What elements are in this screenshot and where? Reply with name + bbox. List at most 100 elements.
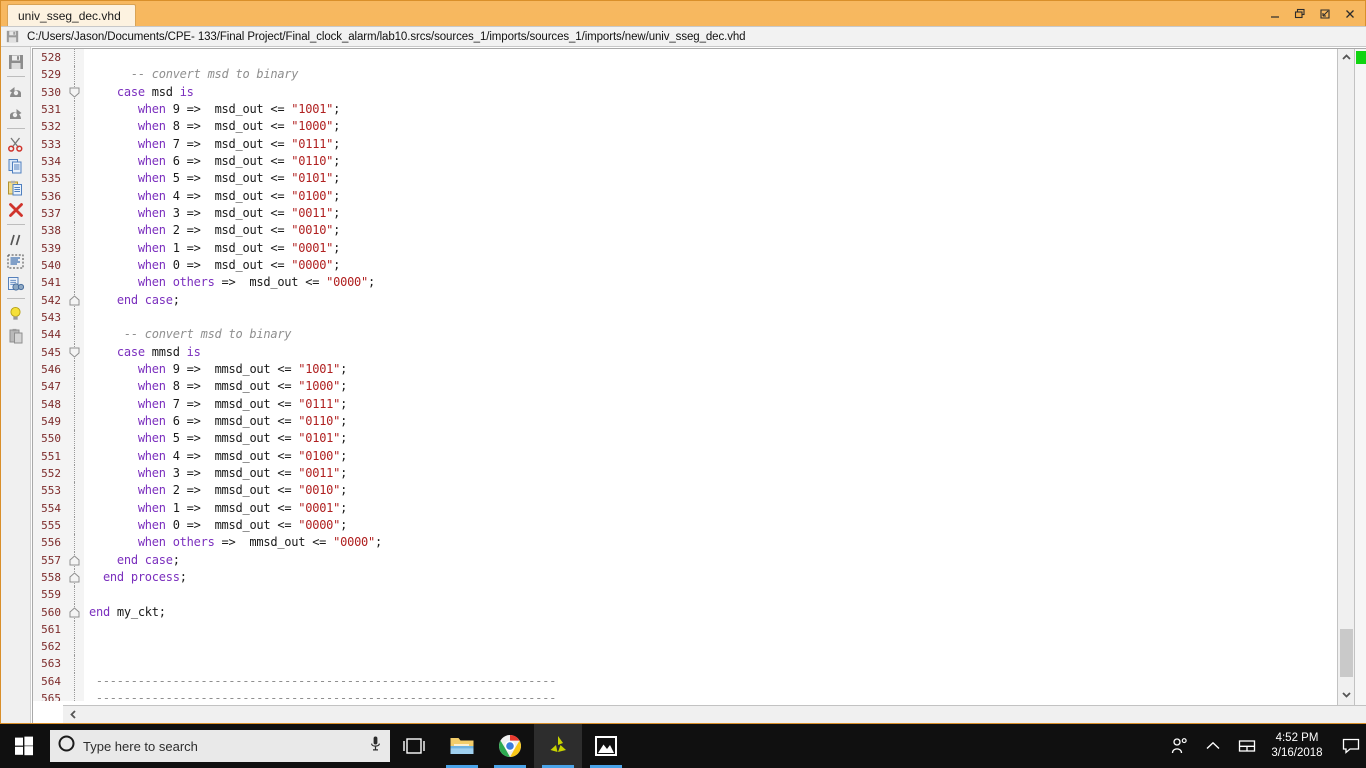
code-line-text[interactable]: when 7 => mmsd_out <= "0111"; (84, 396, 348, 413)
code-line[interactable]: 549 when 6 => mmsd_out <= "0110"; (33, 412, 1335, 431)
code-line[interactable]: 547 when 8 => mmsd_out <= "1000"; (33, 378, 1335, 396)
code-line-text[interactable]: when 5 => mmsd_out <= "0101"; (84, 430, 348, 447)
code-line-text[interactable]: when 0 => mmsd_out <= "0000"; (84, 517, 348, 534)
document-tab[interactable]: univ_sseg_dec.vhd (7, 4, 136, 27)
code-line[interactable]: 543 (33, 308, 1335, 327)
code-line-text[interactable]: end case; (84, 292, 180, 309)
code-line[interactable]: 531 when 9 => msd_out <= "1001"; (33, 100, 1335, 119)
copy-button[interactable] (5, 155, 27, 176)
start-button[interactable] (0, 724, 48, 768)
show-hidden-icons-button[interactable] (1196, 724, 1230, 768)
fold-column[interactable] (66, 83, 83, 101)
code-health-strip[interactable] (1354, 49, 1366, 723)
code-line[interactable]: 537 when 3 => msd_out <= "0011"; (33, 204, 1335, 223)
code-line-text[interactable]: ----------------------------------------… (84, 690, 557, 701)
minimize-button[interactable] (1264, 5, 1286, 23)
code-line-text[interactable]: end my_ckt; (84, 604, 166, 621)
photos-button[interactable] (582, 724, 630, 768)
code-line-text[interactable]: case mmsd is (84, 344, 201, 361)
code-line[interactable]: 528 (33, 49, 1335, 67)
code-line-text[interactable]: when 9 => msd_out <= "1001"; (84, 101, 341, 118)
code-line-text[interactable]: when 6 => msd_out <= "0110"; (84, 153, 341, 170)
code-line[interactable]: 556 when others => mmsd_out <= "0000"; (33, 534, 1335, 552)
find-button[interactable] (5, 273, 27, 294)
code-line[interactable]: 553 when 2 => mmsd_out <= "0010"; (33, 482, 1335, 500)
chrome-button[interactable] (486, 724, 534, 768)
restore-button[interactable] (1289, 5, 1311, 23)
undo-button[interactable] (5, 81, 27, 102)
code-line-text[interactable]: when 1 => mmsd_out <= "0001"; (84, 500, 348, 517)
snippets-button[interactable] (5, 325, 27, 346)
code-line-text[interactable]: -- convert msd to binary (84, 326, 292, 343)
code-line-text[interactable]: when 4 => msd_out <= "0100"; (84, 188, 341, 205)
network-button[interactable] (1230, 724, 1264, 768)
code-line-text[interactable]: case msd is (84, 84, 194, 101)
code-line[interactable]: 550 when 5 => mmsd_out <= "0101"; (33, 430, 1335, 448)
action-center-button[interactable] (1336, 724, 1366, 768)
fold-close-icon[interactable] (68, 554, 81, 567)
hint-button[interactable] (5, 303, 27, 324)
code-line-text[interactable]: when others => msd_out <= "0000"; (84, 274, 375, 291)
code-line[interactable]: 557 end case; (33, 551, 1335, 569)
fold-column[interactable] (66, 551, 83, 569)
code-line[interactable]: 538 when 2 => msd_out <= "0010"; (33, 222, 1335, 240)
code-line-text[interactable]: when 2 => mmsd_out <= "0010"; (84, 482, 348, 499)
taskbar-clock[interactable]: 4:52 PM 3/16/2018 (1264, 731, 1336, 761)
code-line-text[interactable]: when 6 => mmsd_out <= "0110"; (84, 413, 348, 430)
code-line-text[interactable]: when 3 => mmsd_out <= "0011"; (84, 465, 348, 482)
fold-column[interactable] (66, 568, 83, 587)
code-line[interactable]: 529 -- convert msd to binary (33, 66, 1335, 84)
code-line-text[interactable]: when 7 => msd_out <= "0111"; (84, 136, 341, 153)
code-line-text[interactable]: end case; (84, 552, 180, 569)
code-line[interactable]: 535 when 5 => msd_out <= "0101"; (33, 170, 1335, 188)
code-line[interactable]: 562 (33, 638, 1335, 656)
code-line[interactable]: 560 end my_ckt; (33, 603, 1335, 621)
code-line-text[interactable]: when 4 => mmsd_out <= "0100"; (84, 448, 348, 465)
code-line-text[interactable]: when 1 => msd_out <= "0001"; (84, 240, 341, 257)
code-line-text[interactable]: -- convert msd to binary (84, 66, 299, 83)
code-line[interactable]: 564 ------------------------------------… (33, 672, 1335, 691)
close-button[interactable] (1339, 5, 1361, 23)
fold-column[interactable] (66, 603, 83, 621)
vivado-button[interactable] (534, 724, 582, 768)
code-line-text[interactable]: when 5 => msd_out <= "0101"; (84, 170, 341, 187)
taskview-button[interactable] (390, 724, 438, 768)
code-line-text[interactable]: when 3 => msd_out <= "0011"; (84, 205, 341, 222)
code-line[interactable]: 555 when 0 => mmsd_out <= "0000"; (33, 516, 1335, 535)
code-line[interactable]: 540 when 0 => msd_out <= "0000"; (33, 256, 1335, 275)
code-line[interactable]: 539 when 1 => msd_out <= "0001"; (33, 239, 1335, 257)
code-line[interactable]: 561 (33, 620, 1335, 639)
float-button[interactable] (1314, 5, 1336, 23)
scroll-left-button[interactable] (63, 710, 83, 719)
cut-button[interactable] (5, 133, 27, 154)
code-line[interactable]: 546 when 9 => mmsd_out <= "1001"; (33, 360, 1335, 379)
fold-close-icon[interactable] (68, 571, 81, 584)
code-line-text[interactable]: ----------------------------------------… (84, 673, 557, 690)
code-line-text[interactable]: when 0 => msd_out <= "0000"; (84, 257, 341, 274)
code-line[interactable]: 558 end process; (33, 568, 1335, 587)
redo-button[interactable] (5, 103, 27, 124)
fold-column[interactable] (66, 343, 83, 361)
save-button[interactable] (5, 51, 27, 72)
code-line-text[interactable]: end process; (84, 569, 187, 586)
code-line[interactable]: 532 when 8 => msd_out <= "1000"; (33, 118, 1335, 136)
scroll-down-button[interactable] (1338, 686, 1355, 703)
search-box[interactable]: Type here to search (50, 730, 390, 762)
code-line[interactable]: 541 when others => msd_out <= "0000"; (33, 274, 1335, 292)
code-editor[interactable]: 528 529 -- convert msd to binary 530 case … (32, 48, 1366, 723)
paste-button[interactable] (5, 177, 27, 198)
code-line[interactable]: 563 (33, 655, 1335, 673)
code-line[interactable]: 530 case msd is (33, 83, 1335, 101)
code-line[interactable]: 565 ------------------------------------… (33, 690, 1335, 701)
code-line-text[interactable]: when 9 => mmsd_out <= "1001"; (84, 361, 348, 378)
fold-open-icon[interactable] (68, 346, 81, 359)
fold-close-icon[interactable] (68, 294, 81, 307)
code-line[interactable]: 548 when 7 => mmsd_out <= "0111"; (33, 395, 1335, 413)
select-block-button[interactable] (5, 251, 27, 272)
code-line[interactable]: 552 when 3 => mmsd_out <= "0011"; (33, 464, 1335, 483)
scroll-up-button[interactable] (1338, 49, 1355, 66)
code-line[interactable]: 554 when 1 => mmsd_out <= "0001"; (33, 499, 1335, 517)
vertical-scrollbar[interactable] (1337, 49, 1354, 723)
fold-open-icon[interactable] (68, 86, 81, 99)
file-explorer-button[interactable] (438, 724, 486, 768)
